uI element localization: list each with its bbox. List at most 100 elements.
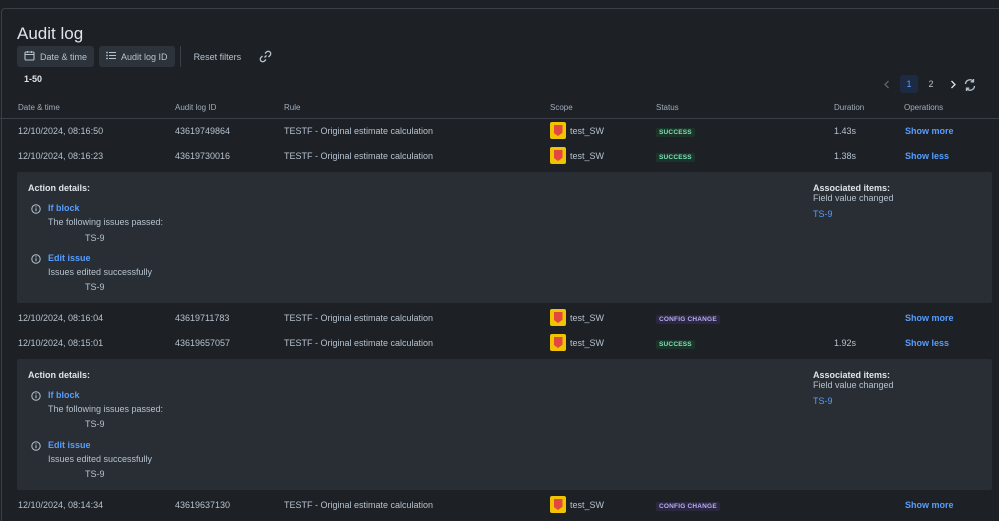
page-2-button[interactable]: 2: [922, 75, 940, 93]
row-scope: test_SW: [550, 334, 604, 351]
table-row: 12/10/2024, 08:14:34 43619637130 TESTF -…: [0, 495, 999, 517]
project-icon: [550, 122, 566, 139]
associated-items-label: Associated items:: [813, 183, 891, 193]
row-scope-label: test_SW: [570, 337, 605, 348]
row-rule: TESTF - Original estimate calculation: [284, 338, 434, 348]
filter-toolbar: Date & time Audit log ID Reset filters: [17, 46, 278, 67]
row-scope-label: test_SW: [570, 150, 605, 161]
row-scope: test_SW: [550, 496, 604, 513]
project-icon: [550, 496, 566, 513]
project-icon: [550, 147, 566, 164]
row-date: 12/10/2024, 08:16:04: [18, 313, 104, 323]
row-scope-label: test_SW: [570, 312, 605, 323]
project-icon: [550, 334, 566, 351]
toolbar-divider: [179, 46, 181, 67]
action-details-panel: Action details: If block The following i…: [17, 359, 992, 490]
table-header: Date & time Audit log ID Rule Scope Stat…: [0, 103, 999, 119]
associated-items-text: Field value changed: [813, 193, 894, 203]
result-range: 1-50: [24, 74, 43, 84]
info-icon: [31, 391, 41, 403]
column-header-id[interactable]: Audit log ID: [175, 103, 216, 112]
row-id: 43619749864: [175, 126, 231, 136]
row-duration: 1.43s: [834, 126, 857, 136]
audit-log-id-filter-label: Audit log ID: [121, 51, 168, 62]
edit-issue-text: Issues edited successfully: [48, 267, 153, 277]
status-badge: CONFIG CHANGE: [656, 502, 720, 511]
edit-issue-text: Issues edited successfully: [48, 454, 153, 464]
show-more-link[interactable]: Show more: [905, 313, 954, 323]
row-rule: TESTF - Original estimate calculation: [284, 500, 434, 510]
row-rule: TESTF - Original estimate calculation: [284, 313, 434, 323]
row-duration: 1.92s: [834, 338, 857, 348]
table-row: 12/10/2024, 08:16:04 43619711783 TESTF -…: [0, 308, 999, 330]
row-id: 43619637130: [175, 500, 231, 510]
row-date: 12/10/2024, 08:16:50: [18, 126, 104, 136]
associated-issue-link[interactable]: TS-9: [813, 396, 833, 406]
reset-filters-button[interactable]: Reset filters: [187, 46, 249, 67]
table-row: 12/10/2024, 08:16:23 43619730016 TESTF -…: [0, 146, 999, 168]
prev-page-chevron-icon[interactable]: [878, 75, 896, 93]
associated-items-label: Associated items:: [813, 370, 891, 380]
row-scope-label: test_SW: [570, 125, 605, 136]
calendar-icon: [24, 50, 35, 63]
edit-issue-link[interactable]: Edit issue: [48, 253, 91, 263]
action-details-label: Action details:: [28, 370, 91, 380]
refresh-icon[interactable]: [963, 78, 977, 94]
edit-issue-issue: TS-9: [85, 282, 105, 292]
if-block-text: The following issues passed:: [48, 217, 164, 227]
row-scope: test_SW: [550, 147, 604, 164]
show-less-link[interactable]: Show less: [905, 338, 949, 348]
date-time-filter-label: Date & time: [40, 51, 88, 62]
info-icon: [31, 204, 41, 216]
associated-issue-link[interactable]: TS-9: [813, 209, 833, 219]
column-header-rule[interactable]: Rule: [284, 103, 300, 112]
row-id: 43619711783: [175, 313, 230, 323]
show-less-link[interactable]: Show less: [905, 151, 949, 161]
pagination: 1 2: [878, 75, 962, 93]
table-row: 12/10/2024, 08:15:01 43619657057 TESTF -…: [0, 333, 999, 355]
row-scope-label: test_SW: [570, 499, 605, 510]
show-more-link[interactable]: Show more: [905, 500, 954, 510]
row-date: 12/10/2024, 08:16:23: [18, 151, 104, 161]
status-badge: CONFIG CHANGE: [656, 315, 720, 324]
page-1-button[interactable]: 1: [900, 75, 918, 93]
if-block-issue: TS-9: [85, 233, 105, 243]
edit-issue-issue: TS-9: [85, 469, 105, 479]
row-date: 12/10/2024, 08:14:34: [18, 500, 104, 510]
status-badge: SUCCESS: [656, 153, 695, 162]
info-icon: [31, 441, 41, 453]
info-icon: [31, 254, 41, 266]
action-details-panel: Action details: If block The following i…: [17, 172, 992, 303]
if-block-issue: TS-9: [85, 419, 105, 429]
row-rule: TESTF - Original estimate calculation: [284, 126, 434, 136]
date-time-filter-button[interactable]: Date & time: [17, 46, 95, 67]
row-date: 12/10/2024, 08:15:01: [18, 338, 104, 348]
status-badge: SUCCESS: [656, 128, 695, 137]
row-rule: TESTF - Original estimate calculation: [284, 151, 434, 161]
edit-issue-link[interactable]: Edit issue: [48, 440, 91, 450]
column-header-status[interactable]: Status: [656, 103, 679, 112]
row-scope: test_SW: [550, 309, 604, 326]
action-details-label: Action details:: [28, 183, 91, 193]
if-block-link[interactable]: If block: [48, 390, 80, 400]
table-row: 12/10/2024, 08:16:50 43619749864 TESTF -…: [0, 121, 999, 143]
row-id: 43619657057: [175, 338, 231, 348]
project-icon: [550, 309, 566, 326]
row-scope: test_SW: [550, 122, 604, 139]
row-duration: 1.38s: [834, 151, 857, 161]
if-block-link[interactable]: If block: [48, 203, 80, 213]
status-badge: SUCCESS: [656, 340, 695, 349]
column-header-scope[interactable]: Scope: [550, 103, 573, 112]
column-header-date[interactable]: Date & time: [18, 103, 60, 112]
if-block-text: The following issues passed:: [48, 404, 164, 414]
copy-link-icon[interactable]: [253, 50, 278, 63]
show-more-link[interactable]: Show more: [905, 126, 954, 136]
column-header-duration[interactable]: Duration: [834, 103, 864, 112]
associated-items-text: Field value changed: [813, 380, 894, 390]
audit-log-id-filter-button[interactable]: Audit log ID: [99, 46, 175, 67]
row-id: 43619730016: [175, 151, 231, 161]
page-title: Audit log: [17, 24, 84, 43]
next-page-chevron-icon[interactable]: [944, 75, 962, 93]
column-header-operations: Operations: [904, 103, 944, 112]
list-icon: [106, 51, 117, 62]
